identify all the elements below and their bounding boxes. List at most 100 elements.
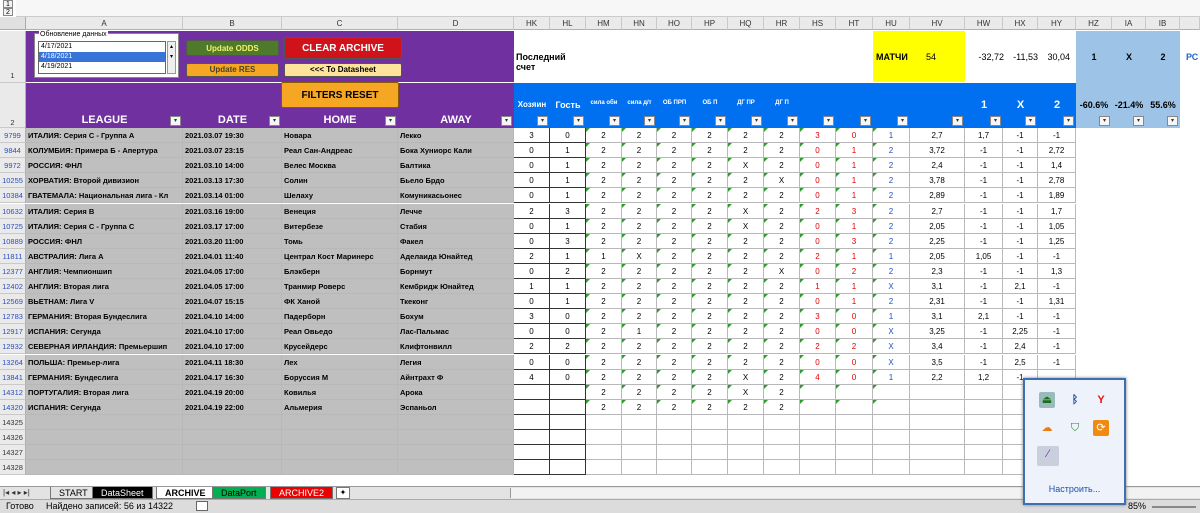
table-cell[interactable]: 1,7 xyxy=(1038,203,1076,219)
table-cell[interactable]: 2 xyxy=(622,369,657,385)
table-cell[interactable]: 0 xyxy=(514,354,550,370)
table-cell[interactable]: 2 xyxy=(586,294,622,310)
table-cell[interactable]: 2 xyxy=(586,143,622,159)
zoom-level[interactable]: 85% xyxy=(1128,500,1146,513)
table-cell[interactable]: 2 xyxy=(728,188,764,204)
table-cell[interactable]: 0 xyxy=(514,173,550,189)
filter-dropdown-button[interactable]: ▾ xyxy=(897,116,908,126)
table-cell[interactable]: -1 xyxy=(965,218,1003,234)
table-cell[interactable] xyxy=(873,460,910,476)
column-header[interactable]: HX xyxy=(1003,17,1038,30)
table-cell[interactable]: 2 xyxy=(657,263,692,279)
table-cell[interactable] xyxy=(836,445,873,461)
row-header[interactable]: 1 xyxy=(0,31,26,83)
table-cell[interactable]: 0 xyxy=(514,218,550,234)
table-cell[interactable]: 4 xyxy=(514,369,550,385)
table-cell[interactable]: 2021.04.05 17:00 xyxy=(183,263,282,279)
table-cell[interactable] xyxy=(398,430,514,446)
table-cell[interactable]: 2 xyxy=(622,354,657,370)
column-header[interactable]: HS xyxy=(800,17,836,30)
table-cell[interactable]: РОССИЯ: ФНЛ xyxy=(26,158,183,174)
table-cell[interactable]: Велес Москва xyxy=(282,158,398,174)
table-cell[interactable]: -1 xyxy=(965,203,1003,219)
table-cell[interactable]: Легия xyxy=(398,354,514,370)
table-cell[interactable]: 2 xyxy=(514,248,550,264)
filter-dropdown-button[interactable]: ▾ xyxy=(860,116,871,126)
table-cell[interactable]: 0 xyxy=(550,354,586,370)
table-cell[interactable]: 2 xyxy=(728,128,764,144)
listbox-scrollbar[interactable]: ▴ ▾ xyxy=(167,41,176,74)
table-cell[interactable]: 2 xyxy=(550,263,586,279)
table-cell[interactable]: 2,05 xyxy=(910,248,965,264)
filter-dropdown-button[interactable]: ▾ xyxy=(573,116,584,126)
table-cell[interactable] xyxy=(550,445,586,461)
table-cell[interactable]: 2 xyxy=(692,279,728,295)
clear-archive-button[interactable]: CLEAR ARCHIVE xyxy=(284,37,402,59)
filter-dropdown-button[interactable]: ▾ xyxy=(1099,116,1110,126)
column-header[interactable]: IB xyxy=(1146,17,1180,30)
table-cell[interactable]: Лас-Пальмас xyxy=(398,324,514,340)
update-odds-button[interactable]: Update ODDS xyxy=(186,40,279,56)
row-header[interactable]: 10255 xyxy=(0,173,26,189)
table-cell[interactable]: 1 xyxy=(836,218,873,234)
table-cell[interactable]: 2 xyxy=(873,233,910,249)
table-cell[interactable]: 0 xyxy=(514,263,550,279)
table-cell[interactable] xyxy=(910,430,965,446)
table-cell[interactable] xyxy=(657,445,692,461)
table-cell[interactable]: 2021.04.01 11:40 xyxy=(183,248,282,264)
table-cell[interactable] xyxy=(873,414,910,430)
filters-reset-button[interactable]: FILTERS RESET xyxy=(281,82,399,108)
table-cell[interactable]: 3,1 xyxy=(910,309,965,325)
table-cell[interactable]: 0 xyxy=(800,294,836,310)
table-cell[interactable]: 2 xyxy=(692,384,728,400)
table-cell[interactable]: 2 xyxy=(692,354,728,370)
table-cell[interactable]: 2 xyxy=(836,263,873,279)
table-cell[interactable]: Томь xyxy=(282,233,398,249)
table-cell[interactable]: 2 xyxy=(586,309,622,325)
table-cell[interactable] xyxy=(26,430,183,446)
table-cell[interactable]: ГЕРМАНИЯ: Бундеслига xyxy=(26,369,183,385)
table-cell[interactable]: 2021.04.05 17:00 xyxy=(183,279,282,295)
table-cell[interactable]: 0 xyxy=(550,324,586,340)
table-cell[interactable]: Новара xyxy=(282,128,398,144)
table-cell[interactable]: 2 xyxy=(692,218,728,234)
table-cell[interactable]: Бохум xyxy=(398,309,514,325)
table-cell[interactable]: 2 xyxy=(657,248,692,264)
table-cell[interactable] xyxy=(728,430,764,446)
table-cell[interactable]: 2021.03.07 23:15 xyxy=(183,143,282,159)
table-cell[interactable]: 2 xyxy=(514,203,550,219)
table-cell[interactable]: Боруссия М xyxy=(282,369,398,385)
table-cell[interactable]: Айнтрахт Ф xyxy=(398,369,514,385)
table-cell[interactable]: 0 xyxy=(836,309,873,325)
filter-dropdown-button[interactable]: ▾ xyxy=(269,116,280,126)
filter-dropdown-button[interactable]: ▾ xyxy=(385,116,396,126)
table-cell[interactable] xyxy=(398,445,514,461)
table-cell[interactable]: -1 xyxy=(1038,354,1076,370)
table-cell[interactable]: 2021.03.07 19:30 xyxy=(183,128,282,144)
table-cell[interactable]: X xyxy=(728,158,764,174)
table-cell[interactable] xyxy=(586,430,622,446)
table-cell[interactable]: 1 xyxy=(550,248,586,264)
filter-dropdown-button[interactable]: ▾ xyxy=(952,116,963,126)
table-cell[interactable]: СЕВЕРНАЯ ИРЛАНДИЯ: Премьершип xyxy=(26,339,183,355)
table-cell[interactable]: 2,4 xyxy=(1003,339,1038,355)
table-cell[interactable] xyxy=(26,460,183,476)
table-cell[interactable]: X xyxy=(728,369,764,385)
table-cell[interactable]: 1,25 xyxy=(1038,233,1076,249)
table-cell[interactable]: Арока xyxy=(398,384,514,400)
table-cell[interactable]: ИСПАНИЯ: Сегунда xyxy=(26,324,183,340)
table-cell[interactable]: 2 xyxy=(873,143,910,159)
table-cell[interactable]: 3 xyxy=(550,203,586,219)
table-cell[interactable]: Факел xyxy=(398,233,514,249)
table-cell[interactable]: 2 xyxy=(764,143,800,159)
table-cell[interactable]: 1,31 xyxy=(1038,294,1076,310)
table-cell[interactable]: 0 xyxy=(800,233,836,249)
table-cell[interactable]: 2021.03.16 19:00 xyxy=(183,203,282,219)
table-cell[interactable]: 3,1 xyxy=(910,279,965,295)
table-cell[interactable]: Комуникасьонес xyxy=(398,188,514,204)
table-cell[interactable] xyxy=(657,430,692,446)
table-cell[interactable]: 1,7 xyxy=(965,128,1003,144)
table-cell[interactable]: -1 xyxy=(1038,324,1076,340)
table-cell[interactable]: 1,05 xyxy=(965,248,1003,264)
table-cell[interactable]: 1,3 xyxy=(1038,263,1076,279)
